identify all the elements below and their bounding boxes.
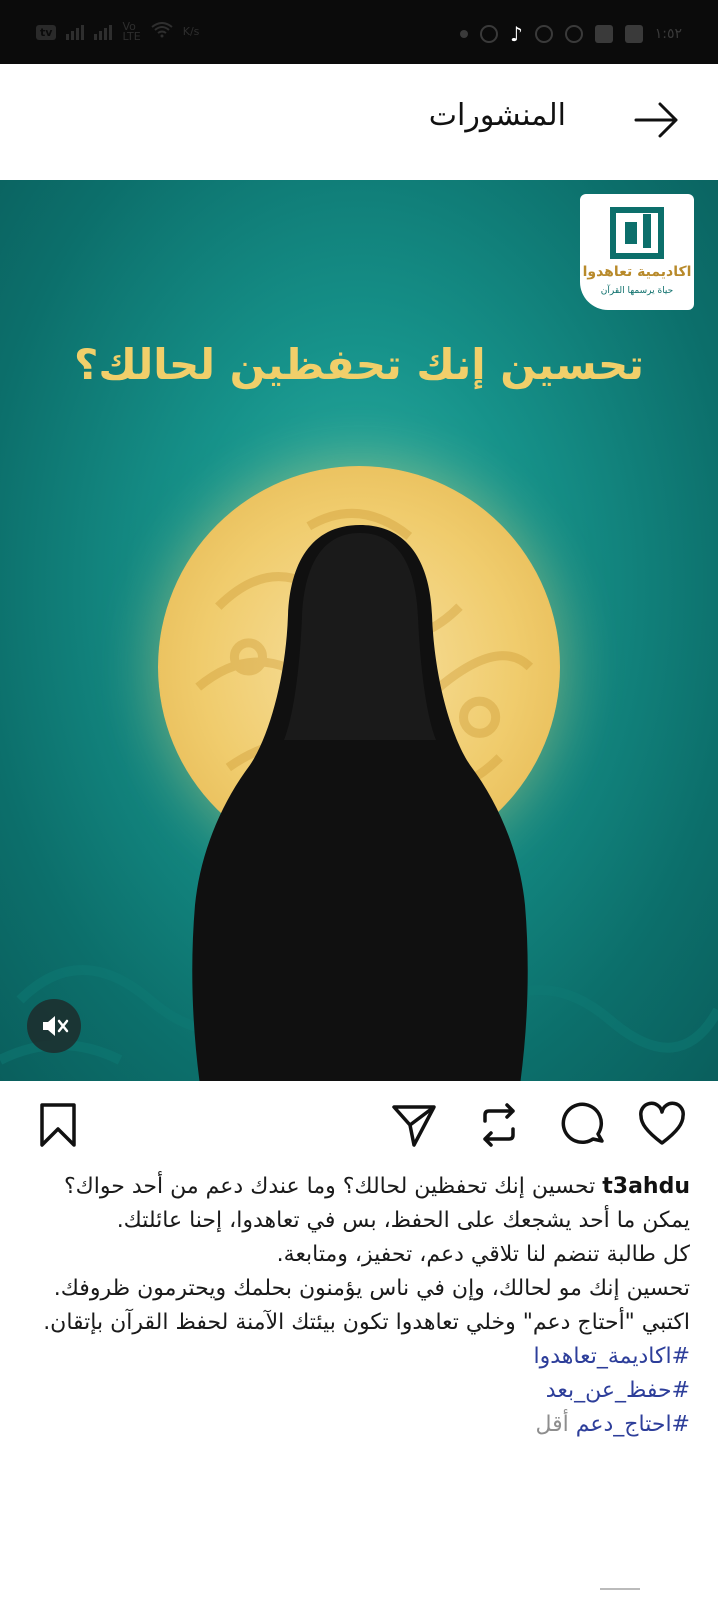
- tv-icon: tv: [36, 24, 57, 40]
- mute-icon[interactable]: [27, 999, 81, 1053]
- tiktok-icon: ♪: [509, 22, 523, 46]
- hashtag-link[interactable]: #احتاج_دعم: [576, 1412, 690, 1437]
- volte-label: Vo LTE: [122, 20, 141, 43]
- app-notification-icon: [534, 25, 553, 43]
- caption-first-text: تحسين إنك تحفظين لحالك؟ وما عندك دعم من …: [63, 1174, 596, 1199]
- post-caption: t3ahdu تحسين إنك تحفظين لحالك؟ وما عندك …: [40, 1170, 690, 1442]
- heart-icon[interactable]: [638, 1101, 686, 1149]
- caption-line: اكتبي "أحتاج دعم" وخلي تعاهدوا تكون بيئت…: [43, 1310, 690, 1335]
- page-title: المنشورات: [428, 98, 566, 133]
- status-left-group: tv Vo LTE K/s: [36, 20, 200, 43]
- post-actions: [0, 1081, 718, 1171]
- caption-first-line: t3ahdu تحسين إنك تحفظين لحالك؟ وما عندك …: [40, 1170, 690, 1204]
- show-less-link[interactable]: أقل: [535, 1412, 568, 1437]
- logo-name: اكاديمية تعاهدوا: [582, 264, 692, 280]
- clock: ١:٥٢: [654, 26, 682, 42]
- academy-logo: اكاديمية تعاهدوا حياة يرسمها القرآن: [580, 194, 694, 310]
- page-header: المنشورات: [0, 64, 718, 180]
- caption-last-line: #احتاج_دعم أقل: [40, 1408, 690, 1442]
- notification-dot-icon: [459, 30, 468, 38]
- caption-username[interactable]: t3ahdu: [602, 1174, 690, 1199]
- caption-line: تحسين إنك مو لحالك، وإن في ناس يؤمنون بح…: [53, 1276, 690, 1301]
- comment-icon[interactable]: [560, 1101, 608, 1149]
- status-bar: tv Vo LTE K/s ♪ ١:٥٢: [0, 0, 718, 64]
- signal-icon: [66, 24, 85, 40]
- post-image[interactable]: اكاديمية تعاهدوا حياة يرسمها القرآن تحسي…: [0, 180, 718, 1081]
- whatsapp-icon: [479, 25, 498, 43]
- more-content-hint: [600, 1588, 640, 1599]
- signal-icon-2: [94, 24, 113, 40]
- woman-silhouette: [192, 525, 528, 1081]
- send-icon[interactable]: [390, 1101, 438, 1149]
- logo-mark-icon: [610, 207, 664, 259]
- bookmark-icon[interactable]: [34, 1101, 82, 1149]
- repost-icon[interactable]: [475, 1101, 523, 1149]
- caption-line: يمكن ما أحد يشجعك على الحفظ، بس في تعاهد…: [116, 1208, 690, 1233]
- settings-notification-icon: [564, 25, 583, 43]
- hashtag-link[interactable]: #حفظ_عن_بعد: [40, 1374, 690, 1408]
- facebook-icon-2: [624, 25, 643, 43]
- status-right-group: ♪ ١:٥٢: [459, 22, 682, 46]
- facebook-icon: [594, 25, 613, 43]
- hashtag-link[interactable]: #اكاديمة_تعاهدوا: [40, 1340, 690, 1374]
- post-headline: تحسين إنك تحفظين لحالك؟: [73, 340, 645, 389]
- caption-line: كل طالبة تنضم لنا تلاقي دعم، تحفيز، ومتا…: [276, 1242, 690, 1267]
- network-speed: K/s: [182, 25, 200, 38]
- arrow-right-icon[interactable]: [630, 94, 682, 146]
- logo-tagline: حياة يرسمها القرآن: [600, 286, 674, 296]
- wifi-icon: [151, 22, 173, 42]
